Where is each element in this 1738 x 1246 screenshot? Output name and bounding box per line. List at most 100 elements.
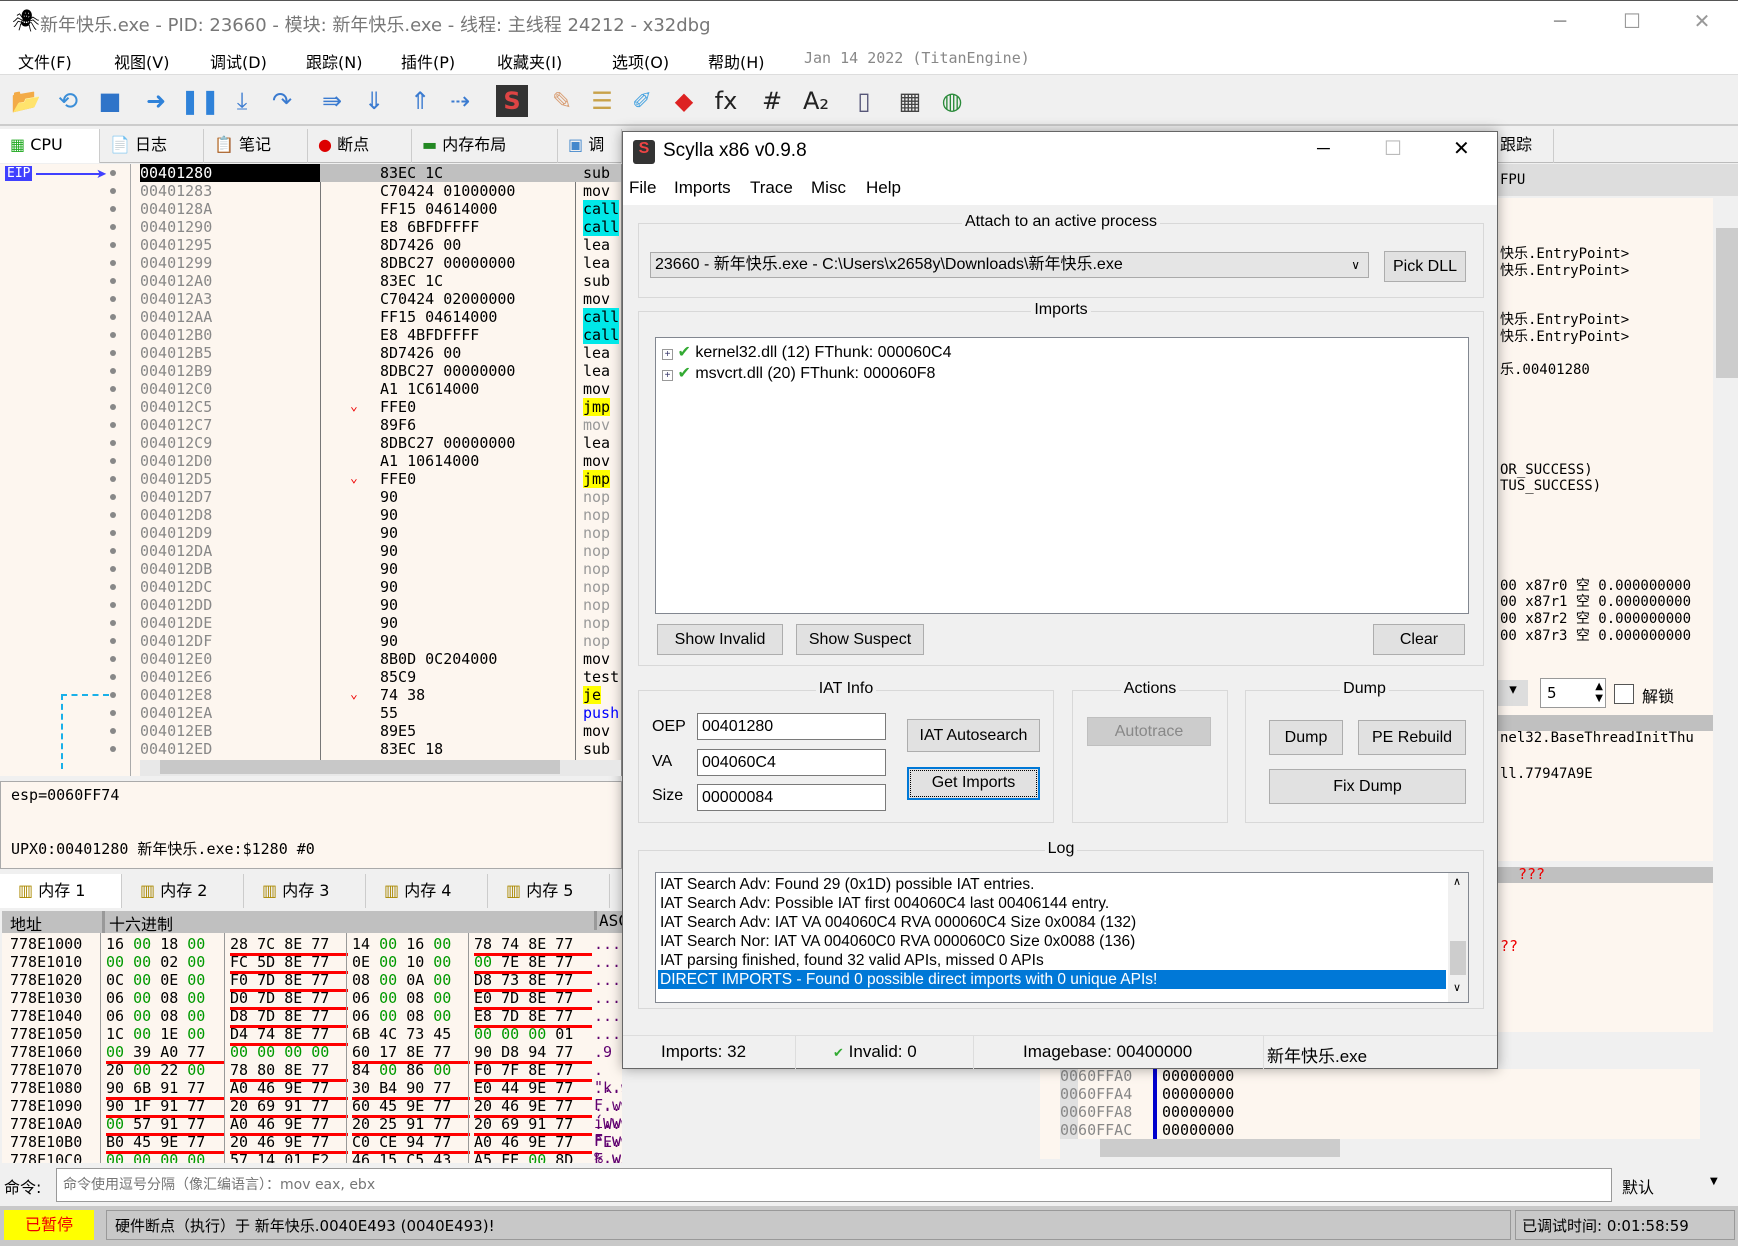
horizontal-scrollbar[interactable] [140, 760, 621, 776]
breakpoint-dot[interactable] [110, 512, 116, 518]
disassembly-row[interactable]: 004012E6 85C9 test [0, 668, 621, 686]
disassembly-row[interactable]: 004012C9 8DBC27 00000000 lea [0, 434, 621, 452]
breakpoint-dot[interactable] [110, 242, 116, 248]
log-line[interactable]: IAT Search Adv: Possible IAT first 00406… [660, 894, 1109, 913]
argument-count-spinner[interactable]: 5 ▲ ▼ [1540, 678, 1606, 708]
scylla-menu-file[interactable]: File [629, 178, 656, 198]
stack-row[interactable]: 0060FFA0 00000000 [1060, 1067, 1234, 1085]
scroll-down-icon[interactable]: ∨ [1453, 981, 1461, 994]
step-into-icon[interactable]: ⤓ [226, 85, 258, 117]
breakpoint-dot[interactable] [110, 494, 116, 500]
iat-autosearch-button[interactable]: IAT Autosearch [907, 719, 1040, 752]
spin-arrows-icon[interactable]: ▲ ▼ [1595, 681, 1603, 705]
patch-icon[interactable]: ✎ [546, 85, 578, 117]
memory-row[interactable]: 778E1090 90 1F 91 77 20 69 91 77 60 45 9E 7… [2, 1098, 622, 1149]
breakpoint-dot[interactable] [110, 566, 116, 572]
tab-memory-5[interactable]: ▥ 内存 5 [488, 874, 610, 908]
breakpoint-dot[interactable] [110, 692, 116, 698]
scylla-minimize-button[interactable]: ─ [1317, 138, 1330, 159]
registers-view[interactable]: 快乐.EntryPoint> 快乐.EntryPoint> 快乐.EntryPoin… [1498, 198, 1713, 798]
log-line[interactable]: IAT Search Nor: IAT VA 004060C0 RVA 0000… [660, 932, 1135, 951]
memory-row[interactable]: 778E1070 20 00 22 00 78 80 8E 77 84 00 86 0… [2, 1062, 622, 1096]
breakpoint-dot[interactable] [110, 746, 116, 752]
disassembly-row[interactable]: 004012DC 90 nop [0, 578, 621, 596]
tab-trace[interactable]: 跟踪 [1498, 129, 1554, 163]
calculator-icon[interactable]: ▦ [894, 85, 926, 117]
breakpoint-dot[interactable] [110, 368, 116, 374]
minimize-button[interactable]: ─ [1540, 9, 1580, 37]
disassembly-row[interactable]: ⌄ 004012E8 74 38 je [0, 686, 621, 704]
scylla-menu-imports[interactable]: Imports [674, 178, 731, 198]
breakpoint-dot[interactable] [110, 332, 116, 338]
disassembly-row[interactable]: 004012D8 90 nop [0, 506, 621, 524]
restart-icon[interactable]: ⟲ [52, 85, 84, 117]
registers-scrollbar[interactable] [1716, 198, 1738, 798]
disassembly-row[interactable]: 004012EB 89E5 mov [0, 722, 621, 740]
va-input[interactable]: 004060C4 [697, 749, 886, 776]
memory-row[interactable]: 778E10C0 00 00 00 00 57 14 01 F2 46 15 C5 4… [2, 1152, 622, 1164]
process-combobox[interactable]: 23660 - 新年快乐.exe - C:\Users\x2658y\Downl… [650, 252, 1369, 278]
breakpoint-dot[interactable] [110, 458, 116, 464]
disassembly-row[interactable]: 004012ED 83EC 18 sub [0, 740, 621, 758]
tab-log[interactable]: 📄 日志 [100, 129, 204, 163]
breakpoint-dot[interactable] [110, 188, 116, 194]
disassembly-row[interactable]: 004012DF 90 nop [0, 632, 621, 650]
size-input[interactable]: 00000084 [697, 784, 886, 811]
memory-row[interactable]: 778E10B0 B0 45 9E 77 20 46 9E 77 C0 CE 94 7… [2, 1134, 622, 1164]
disassembly-row[interactable]: 00401290 E8 6BFDFFFF call [0, 218, 621, 236]
breakpoint-dot[interactable] [110, 440, 116, 446]
breakpoint-dot[interactable] [110, 296, 116, 302]
command-input[interactable] [56, 1168, 1612, 1202]
breakpoint-dot[interactable] [110, 350, 116, 356]
disassembly-row[interactable]: 004012C0 A1 1C614000 mov [0, 380, 621, 398]
comment-icon[interactable]: ☰ [586, 85, 618, 117]
disassembly-row[interactable]: 00401283 C70424 01000000 mov [0, 182, 621, 200]
disassembly-row[interactable]: 004012DE 90 nop [0, 614, 621, 632]
memory-row[interactable]: 778E1000 16 00 18 00 28 7C 8E 77 14 00 16 0… [2, 936, 622, 956]
trace-into-icon[interactable]: ⇛ [316, 85, 348, 117]
memory-row[interactable]: 778E1040 06 00 08 00 D8 7D 8E 77 06 00 08 0… [2, 1008, 622, 1028]
memory-row[interactable]: 778E1030 06 00 08 00 D0 7D 8E 77 06 00 08 0… [2, 990, 622, 1010]
breakpoint-dot[interactable] [110, 728, 116, 734]
memory-row[interactable]: 778E10A0 00 57 91 77 A0 46 9E 77 20 25 91 7… [2, 1116, 622, 1164]
disassembly-row[interactable]: 0040128A FF15 04614000 call [0, 200, 621, 218]
log-list[interactable]: DIRECT IMPORTS - Found 0 possible direct… [655, 872, 1469, 1003]
breakpoint-dot[interactable] [110, 404, 116, 410]
step-over-icon[interactable]: ↷ [266, 85, 298, 117]
maximize-button[interactable]: ☐ [1612, 9, 1652, 37]
breakpoint-dot[interactable] [110, 674, 116, 680]
log-line[interactable]: DIRECT IMPORTS - Found 0 possible direct… [658, 970, 1446, 989]
disassembly-row[interactable]: 004012DA 90 nop [0, 542, 621, 560]
clear-button[interactable]: Clear [1373, 624, 1465, 655]
disassembly-row[interactable]: ⌄ 004012C5 FFE0 jmp [0, 398, 621, 416]
disassembly-row[interactable]: 004012DB 90 nop [0, 560, 621, 578]
chevron-down-icon[interactable]: ▼ [1710, 1176, 1718, 1187]
pause-icon[interactable]: ❚❚ [180, 85, 220, 117]
stack-row[interactable]: 0060FFAC 00000000 [1060, 1121, 1234, 1139]
disassembly-row[interactable]: 004012A3 C70424 02000000 mov [0, 290, 621, 308]
disassembly-row[interactable]: 004012D9 90 nop [0, 524, 621, 542]
breakpoint-dot[interactable] [110, 422, 116, 428]
breakpoint-dot[interactable] [110, 530, 116, 536]
pe-rebuild-button[interactable]: PE Rebuild [1358, 720, 1466, 755]
disassembly-row[interactable]: 004012AA FF15 04614000 call [0, 308, 621, 326]
log-scrollbar[interactable]: ∧ ∨ [1448, 873, 1468, 1002]
menu-help[interactable]: 帮助(H) [708, 49, 765, 73]
oep-input[interactable]: 00401280 [697, 713, 886, 740]
memory-row[interactable]: 778E1020 0C 00 0E 00 F0 7D 8E 77 08 00 0A 0… [2, 972, 622, 992]
label-icon[interactable]: ✐ [626, 85, 658, 117]
expand-icon[interactable]: + [662, 349, 673, 360]
breakpoint-dot[interactable] [110, 314, 116, 320]
tab-breakpoints[interactable]: ● 断点 [308, 129, 412, 163]
disassembly-row[interactable]: 004012B5 8D7426 00 lea [0, 344, 621, 362]
disassembly-row[interactable]: ⌄ 004012D5 FFE0 jmp [0, 470, 621, 488]
open-icon[interactable]: 📂 [10, 85, 42, 117]
tree-item-kernel32[interactable]: + ✔ kernel32.dll (12) FThunk: 000060C4 [662, 342, 951, 362]
fix-dump-button[interactable]: Fix Dump [1269, 769, 1466, 804]
font-icon[interactable]: A₂ [800, 85, 832, 117]
globe-icon[interactable]: ◍ [936, 85, 968, 117]
breakpoint-dot[interactable] [110, 224, 116, 230]
show-invalid-button[interactable]: Show Invalid [657, 624, 783, 655]
menu-trace[interactable]: 跟踪(N) [306, 49, 362, 73]
disassembly-row[interactable]: 004012EA 55 push [0, 704, 621, 722]
